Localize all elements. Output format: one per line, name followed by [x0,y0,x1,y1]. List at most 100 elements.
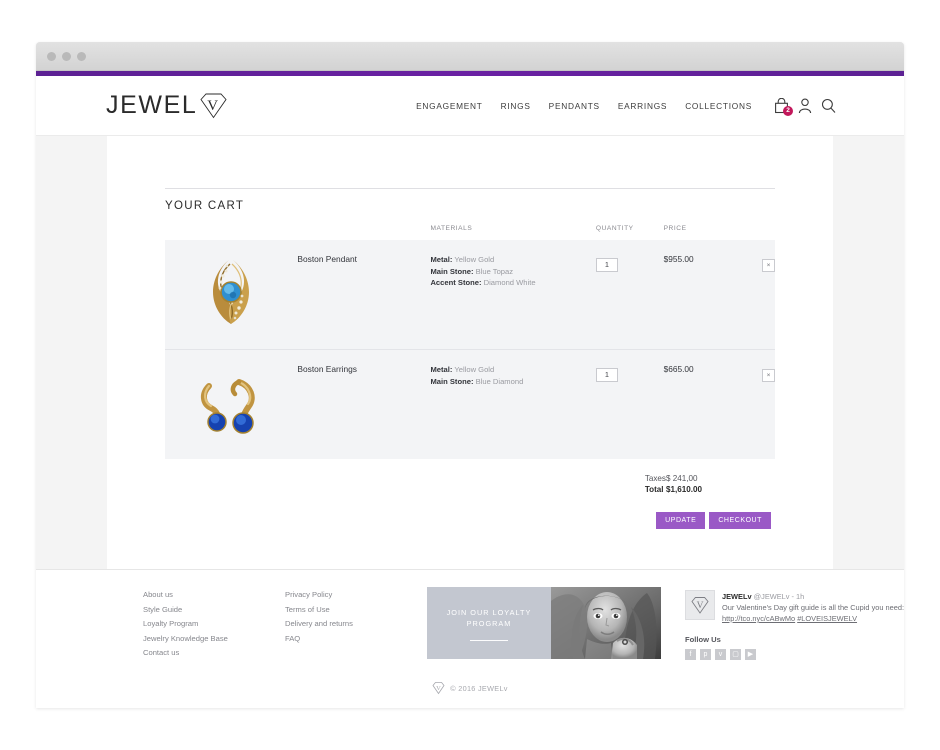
footer-link-style-guide[interactable]: Style Guide [143,605,263,614]
material-key: Main Stone: [430,266,474,276]
social-column: V JEWELv @JEWELv - 1h Our Valentine's Da… [685,590,904,660]
loyalty-promo-banner[interactable]: JOIN OUR LOYALTY PROGRAM [427,587,661,659]
cart-button[interactable]: 2 [774,97,793,116]
facebook-icon[interactable]: f [685,649,696,660]
promo-line-2: PROGRAM [466,619,512,628]
material-key: Metal: [430,255,453,264]
product-materials: Metal: Yellow Gold Main Stone: Blue Diam… [430,350,595,460]
column-header-materials: MATERIALS [430,225,473,232]
column-header-remove [735,225,775,240]
remove-item-button[interactable]: × [762,259,775,272]
product-image-cell[interactable] [165,240,297,350]
twitter-icon[interactable]: ᴠ [715,649,726,660]
product-name[interactable]: Boston Earrings [297,350,430,460]
window-close-button[interactable] [47,51,56,61]
checkout-button[interactable]: CHECKOUT [709,512,771,529]
cart-table: MATERIALS QUANTITY PRICE Boston Pendant … [165,225,775,459]
nav-item-engagement[interactable]: ENGAGEMENT [416,101,483,111]
footer-link-column-2: Privacy Policy Terms of Use Delivery and… [285,590,405,657]
column-header-name [297,225,430,240]
tweet-author: JEWELv [722,592,752,601]
window-minimize-button[interactable] [62,51,71,61]
footer-link-knowledge-base[interactable]: Jewelry Knowledge Base [143,634,263,643]
footer-link-delivery-returns[interactable]: Delivery and returns [285,619,405,628]
table-row: Boston Earrings Metal: Yellow Gold Main … [165,349,775,460]
page-body: YOUR CART MATERIALS QUANTITY PRICE Bosto… [36,136,904,708]
diamond-v-avatar-icon: V [691,597,709,614]
material-line: Accent Stone: Diamond White [430,277,595,289]
column-header-price: PRICE [663,225,687,232]
nav-item-collections[interactable]: COLLECTIONS [685,101,752,111]
quantity-input[interactable] [595,257,618,272]
tweet-body: JEWELv @JEWELv - 1h Our Valentine's Day … [722,590,904,624]
tweet-card: V JEWELv @JEWELv - 1h Our Valentine's Da… [685,590,904,624]
material-value: Yellow Gold [454,365,495,374]
footer-link-column-1: About us Style Guide Loyalty Program Jew… [143,590,263,657]
diamond-v-logo-icon: V [200,93,227,119]
tweet-text: Our Valentine's Day gift guide is all th… [722,602,904,624]
avatar: V [685,590,715,620]
tweet-header: JEWELv @JEWELv - 1h [722,591,904,602]
quantity-cell [595,350,664,460]
cart-count-badge: 2 [783,105,793,116]
footer-link-privacy-policy[interactable]: Privacy Policy [285,590,405,599]
main-navigation: ENGAGEMENT RINGS PENDANTS EARRINGS COLLE… [416,101,752,111]
follow-us-label: Follow Us [685,635,721,644]
nav-item-rings[interactable]: RINGS [501,101,531,111]
cart-totals: Taxes $ 241,00 Total $1,610.00 UPDATE CH… [165,473,775,529]
user-icon [798,98,812,113]
material-line: Metal: Yellow Gold [430,254,595,266]
update-cart-button[interactable]: UPDATE [656,512,706,529]
content-sheet: YOUR CART MATERIALS QUANTITY PRICE Bosto… [107,136,833,569]
taxes-value: $ 241,00 [665,474,698,483]
cart-table-body: Boston Pendant Metal: Yellow Gold Main S… [165,240,775,459]
totals-table: Taxes $ 241,00 Total $1,610.00 [645,473,702,495]
pinterest-icon[interactable]: р [700,649,711,660]
remove-cell: × [735,350,775,460]
taxes-row: Taxes $ 241,00 [645,473,702,484]
quantity-input[interactable] [595,367,618,382]
browser-titlebar [36,42,904,71]
material-key: Accent Stone: [430,278,482,288]
promo-image-panel [551,587,661,659]
product-image-cell[interactable] [165,350,297,460]
product-materials: Metal: Yellow Gold Main Stone: Blue Topa… [430,240,595,350]
footer-link-about-us[interactable]: About us [143,590,263,599]
tweet-link[interactable]: http://tco.nyc/cABwMo [722,614,795,623]
account-button[interactable] [798,98,812,114]
quantity-cell [595,240,664,350]
youtube-icon[interactable]: ▶ [745,649,756,660]
material-key: Main Stone: [430,376,474,386]
remove-item-button[interactable]: × [762,369,775,382]
footer-link-loyalty-program[interactable]: Loyalty Program [143,619,263,628]
product-price: $955.00 [663,254,694,264]
site-logo[interactable]: JEWEL V [106,91,229,120]
instagram-icon[interactable]: ▢ [730,649,741,660]
svg-text:V: V [697,601,704,611]
material-value: Diamond White [483,278,536,288]
product-price: $665.00 [663,364,694,374]
material-value: Yellow Gold [454,255,495,264]
footer-link-terms-of-use[interactable]: Terms of Use [285,605,405,614]
material-line: Main Stone: Blue Topaz [430,266,595,278]
footer-link-faq[interactable]: FAQ [285,634,405,643]
material-value: Blue Topaz [475,266,514,276]
search-button[interactable] [821,98,836,114]
nav-item-earrings[interactable]: EARRINGS [618,101,667,111]
nav-item-pendants[interactable]: PENDANTS [549,101,600,111]
column-header-quantity: QUANTITY [595,225,634,232]
boston-earrings-photo [196,364,267,440]
cart-header-row: MATERIALS QUANTITY PRICE [165,225,775,240]
svg-text:V: V [208,98,220,114]
logo-text: JEWEL [106,91,198,119]
cart-table-head: MATERIALS QUANTITY PRICE [165,225,775,240]
footer-main: About us Style Guide Loyalty Program Jew… [107,587,904,660]
search-icon [821,98,836,113]
footer-link-contact-us[interactable]: Contact us [143,648,263,657]
window-maximize-button[interactable] [77,51,86,61]
tweet-hashtag[interactable]: #LOVEISJEWELV [797,614,857,623]
product-name[interactable]: Boston Pendant [297,240,430,350]
copyright-bar: V © 2016 JEWELv [107,660,833,708]
taxes-label: Taxes [644,474,666,483]
site-header: JEWEL V ENGAGEMENT RINGS PENDANTS EARRIN… [36,76,904,136]
